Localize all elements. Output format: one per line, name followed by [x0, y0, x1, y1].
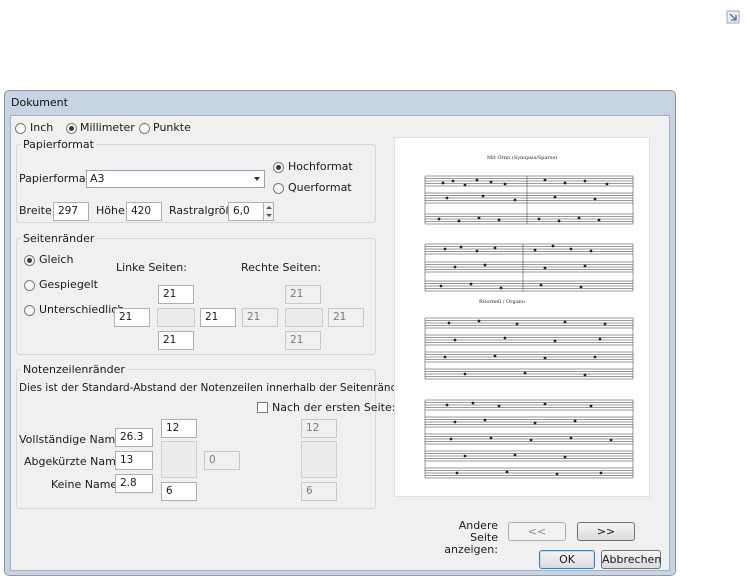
staff-system — [424, 317, 634, 380]
radio-punkte[interactable] — [139, 123, 150, 134]
full-names-field[interactable]: 26.3 — [115, 428, 153, 447]
right-page-preview-box — [285, 308, 323, 327]
radio-unterschiedlich[interactable] — [24, 305, 35, 316]
spin-up-icon — [266, 206, 272, 209]
after-top-field: 12 — [301, 419, 337, 438]
paper-format-label: Papierformat: — [19, 172, 94, 185]
right-margin-top-field: 21 — [285, 285, 321, 304]
radio-gespiegelt[interactable] — [24, 280, 35, 291]
left-margin-right-field[interactable]: 21 — [200, 308, 236, 327]
after-first-page-checkbox[interactable] — [257, 402, 268, 413]
right-margin-left-field: 21 — [242, 308, 278, 327]
score-preview: Mit Ornn (Synopsis/Sparse) Ritornell / O… — [394, 137, 650, 497]
staff-size-field[interactable]: 6,0 — [228, 202, 264, 221]
no-names-field[interactable]: 2.8 — [115, 474, 153, 493]
gespiegelt-label: Gespiegelt — [39, 278, 98, 291]
units-inch-label: Inch — [30, 121, 54, 134]
other-page-label: Andere Seite anzeigen: — [444, 519, 498, 556]
chevron-down-icon — [254, 177, 260, 181]
units-punkte-label: Punkte — [153, 121, 191, 134]
width-field[interactable]: 297 — [53, 202, 89, 221]
left-margin-top-field[interactable]: 21 — [158, 285, 194, 304]
score-preview-image: Mit Ornn (Synopsis/Sparse) Ritornell / O… — [424, 154, 634, 479]
left-pages-label: Linke Seiten: — [116, 261, 187, 274]
gleich-label: Gleich — [39, 253, 74, 266]
staff-size-stepper[interactable] — [263, 202, 274, 221]
paper-group-title: Papierformat — [21, 138, 96, 151]
height-label: Höhe: — [96, 204, 129, 217]
radio-querformat[interactable] — [273, 183, 284, 194]
right-margin-right-field: 21 — [328, 308, 364, 327]
after-preview-box — [301, 441, 337, 478]
staff-margins-description: Dies ist der Standard-Abstand der Notenz… — [19, 382, 411, 394]
next-page-button[interactable]: >> — [577, 522, 635, 541]
ok-button[interactable]: OK — [539, 550, 595, 569]
staff-margins-group-title: Notenzeilenränder — [21, 363, 127, 376]
after-bottom-field: 6 — [301, 482, 337, 501]
score-title: Mit Ornn (Synopsis/Sparse) — [487, 154, 557, 161]
left-page-preview-box — [157, 308, 195, 327]
radio-hochformat[interactable] — [273, 162, 284, 173]
staff-top-field[interactable]: 12 — [161, 419, 197, 438]
abbrev-names-field[interactable]: 13 — [115, 451, 153, 470]
resize-corner-icon[interactable] — [726, 10, 740, 24]
staff-preview-box — [161, 441, 197, 478]
unterschiedlich-label: Unterschiedlich — [39, 303, 125, 316]
radio-gleich[interactable] — [24, 255, 35, 266]
staff-bottom-field[interactable]: 6 — [161, 482, 197, 501]
width-label: Breite: — [19, 204, 56, 217]
prev-page-button[interactable]: << — [508, 522, 566, 541]
staff-system — [424, 399, 634, 479]
hochformat-label: Hochformat — [288, 160, 353, 173]
left-margin-bottom-field[interactable]: 21 — [158, 331, 194, 350]
after-first-page-label: Nach der ersten Seite: — [272, 401, 396, 414]
radio-inch[interactable] — [15, 123, 26, 134]
units-mm-label: Millimeter — [80, 121, 135, 134]
right-margin-bottom-field: 21 — [285, 331, 321, 350]
staff-system — [424, 175, 634, 225]
querformat-label: Querformat — [288, 181, 352, 194]
staff-middle-field: 0 — [204, 451, 240, 470]
height-field[interactable]: 420 — [126, 202, 162, 221]
radio-millimeter[interactable] — [66, 123, 77, 134]
spin-down-icon — [266, 214, 272, 217]
right-pages-label: Rechte Seiten: — [241, 261, 322, 274]
dialog-title: Dokument — [11, 96, 68, 109]
left-margin-left-field[interactable]: 21 — [114, 308, 150, 327]
cancel-button[interactable]: Abbrechen — [601, 550, 661, 569]
paper-format-value: A3 — [90, 172, 105, 185]
score-section-title: Ritornell / Organo — [479, 299, 525, 305]
dialog-titlebar: Dokument — [5, 91, 675, 115]
margins-group-title: Seitenränder — [21, 232, 97, 245]
paper-format-select[interactable]: A3 — [86, 170, 265, 188]
